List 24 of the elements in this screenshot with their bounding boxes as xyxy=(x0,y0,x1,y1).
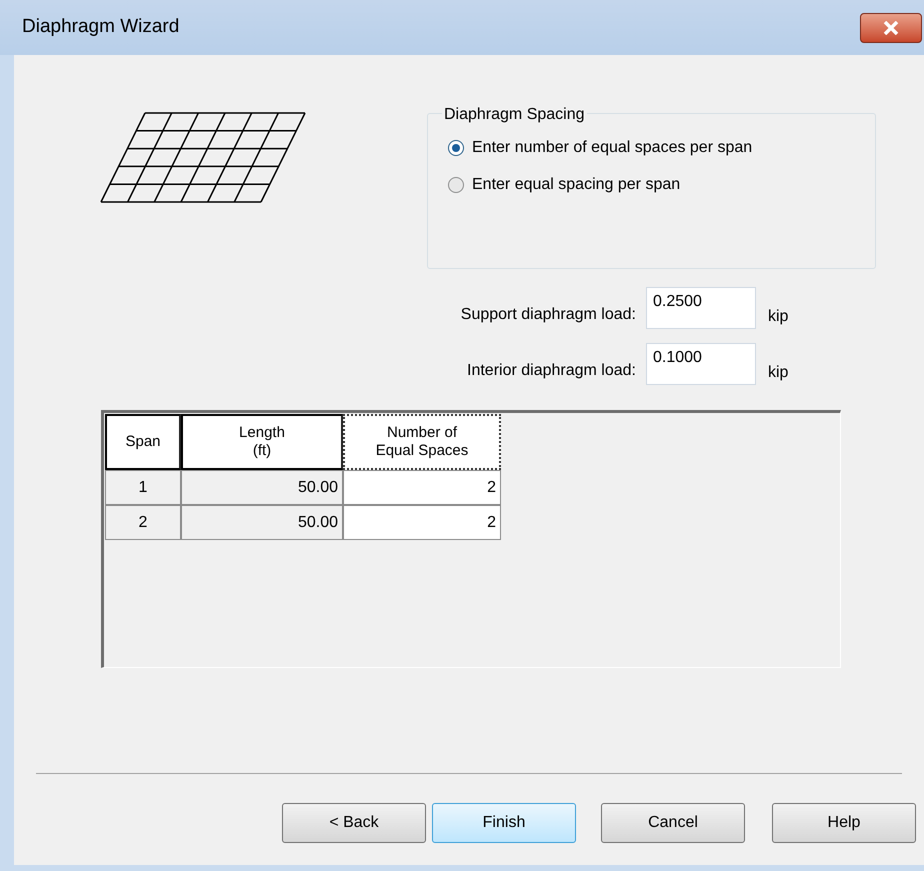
unit-label: kip xyxy=(768,363,790,383)
column-header[interactable]: Span xyxy=(105,414,181,470)
dialog-button[interactable]: Finish xyxy=(432,803,576,843)
close-button[interactable] xyxy=(860,12,922,42)
load-field[interactable]: 0.2500 xyxy=(646,287,756,329)
column-header[interactable]: Length (ft) xyxy=(181,414,343,470)
close-icon xyxy=(883,20,899,34)
load-label: Support diaphragm load: xyxy=(460,305,636,325)
table-cell: 50.00 xyxy=(181,470,343,505)
table-cell: 1 xyxy=(105,470,181,505)
table-cell[interactable]: 2 xyxy=(343,505,501,540)
dialog-button[interactable]: Help xyxy=(772,803,916,843)
table-cell: 50.00 xyxy=(181,505,343,540)
window-title: Diaphragm Wizard xyxy=(22,15,180,40)
load-field[interactable]: 0.1000 xyxy=(646,343,756,385)
unit-label: kip xyxy=(768,307,790,327)
load-label: Interior diaphragm load: xyxy=(467,361,636,381)
radio-option[interactable]: Enter number of equal spaces per span xyxy=(448,136,875,160)
table-cell[interactable]: 2 xyxy=(343,470,501,505)
dialog-button[interactable]: < Back xyxy=(282,803,426,843)
column-header[interactable]: Number of Equal Spaces xyxy=(343,414,501,470)
radio-option[interactable]: Enter equal spacing per span xyxy=(448,173,875,197)
dialog-button[interactable]: Cancel xyxy=(601,803,745,843)
table-cell: 2 xyxy=(105,505,181,540)
